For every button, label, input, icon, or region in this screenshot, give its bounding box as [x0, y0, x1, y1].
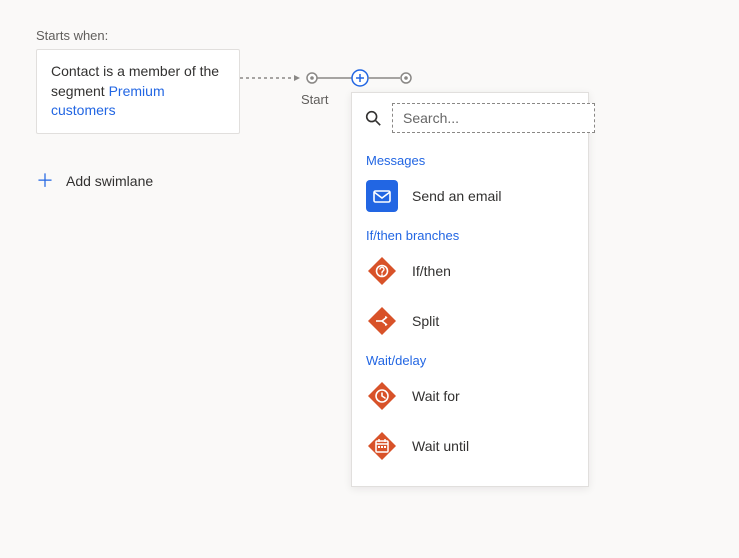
add-swimlane-button[interactable]: ＋ Add swimlane [36, 172, 153, 190]
action-wait-for[interactable]: Wait for [364, 376, 570, 416]
add-swimlane-label: Add swimlane [66, 173, 153, 189]
email-icon [366, 180, 398, 212]
action-label: Wait until [412, 438, 469, 454]
action-wait-until[interactable]: Wait until [364, 426, 570, 466]
calendar-icon [366, 430, 398, 462]
action-label: Send an email [412, 188, 502, 204]
trigger-card[interactable]: Contact is a member of the segment Premi… [36, 49, 240, 134]
action-send-email[interactable]: Send an email [364, 176, 570, 216]
split-icon [366, 305, 398, 337]
group-heading-messages: Messages [366, 153, 570, 168]
starts-when-label: Starts when: [36, 28, 703, 43]
action-label: Split [412, 313, 439, 329]
action-if-then[interactable]: If/then [364, 251, 570, 291]
action-picker-panel: Messages Send an email If/then branches [351, 92, 589, 487]
start-node-label: Start [301, 92, 328, 107]
action-label: Wait for [412, 388, 460, 404]
connector [240, 74, 410, 94]
search-icon [364, 109, 382, 127]
clock-icon [366, 380, 398, 412]
group-heading-branches: If/then branches [366, 228, 570, 243]
action-label: If/then [412, 263, 451, 279]
panel-body[interactable]: Messages Send an email If/then branches [364, 145, 576, 476]
action-split[interactable]: Split [364, 301, 570, 341]
search-input[interactable] [392, 103, 595, 133]
group-heading-wait: Wait/delay [366, 353, 570, 368]
plus-icon: ＋ [36, 172, 54, 190]
journey-canvas: Starts when: Contact is a member of the … [0, 0, 739, 558]
if-then-icon [366, 255, 398, 287]
